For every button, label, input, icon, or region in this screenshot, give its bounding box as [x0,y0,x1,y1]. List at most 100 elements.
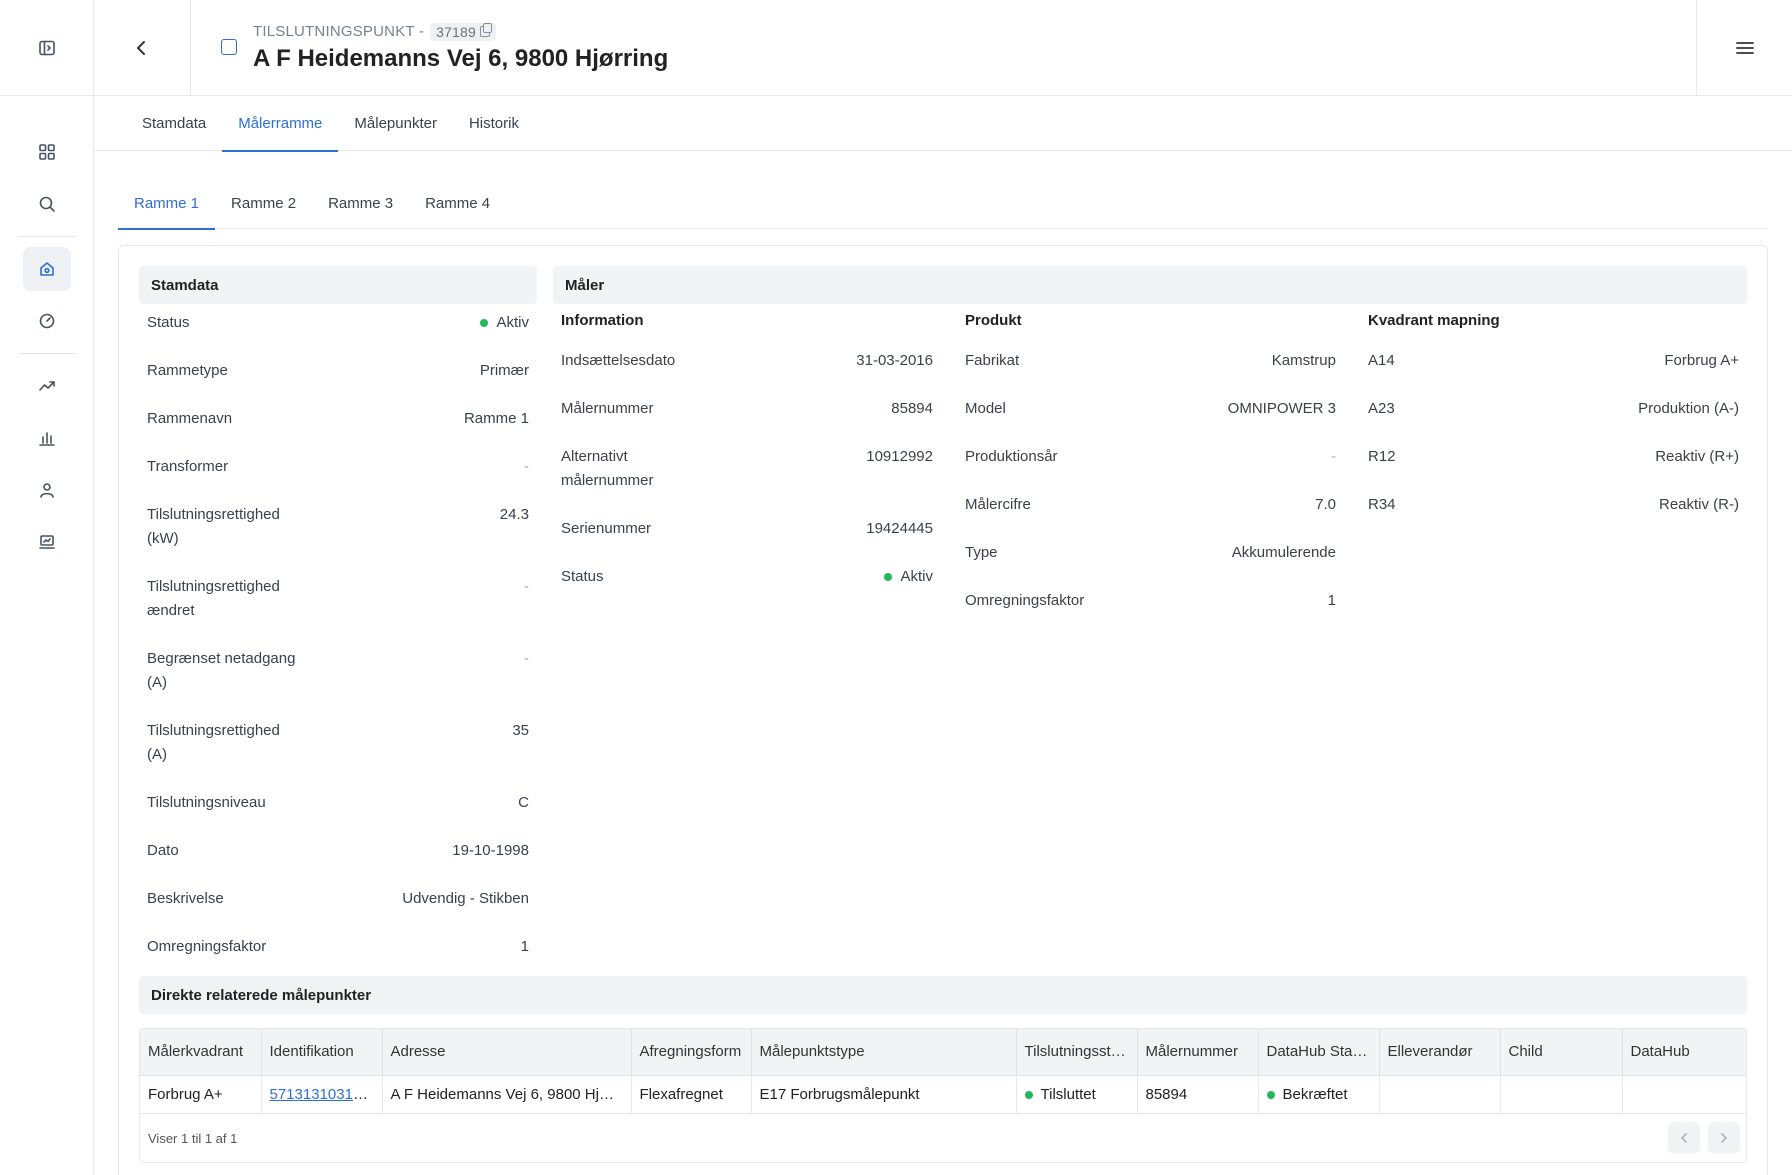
row-value: Ramme 1 [463,410,529,427]
column-header[interactable]: Elleverandør [1379,1029,1501,1076]
tab-historik[interactable]: Historik [453,96,535,151]
menu-button[interactable] [1696,0,1792,95]
chart-icon[interactable] [23,416,71,460]
tab-ramme-4[interactable]: Ramme 4 [409,178,506,229]
information-heading: Information [561,312,644,329]
row-value: Primær [479,362,529,379]
stamdata-row: Begrænset netadgang (A) - [147,647,529,695]
dashboard-icon[interactable] [23,130,71,174]
cell-afregningsform: Flexafregnet [631,1075,752,1114]
row-value: Reaktiv (R-) [1658,496,1739,513]
row-value: 7.0 [1315,496,1336,513]
tab-maalerramme[interactable]: Målerramme [222,96,339,152]
information-row: Målernummer 85894 [561,397,933,421]
chevron-left-icon [137,40,145,55]
cell-tilslutningsstatus: Tilsluttet [1016,1075,1138,1114]
next-page-button[interactable] [1708,1122,1740,1154]
column-header[interactable]: Child [1500,1029,1623,1076]
user-icon[interactable] [23,468,71,512]
back-button[interactable] [94,0,191,95]
tab-ramme-2[interactable]: Ramme 2 [215,178,312,229]
row-key: Begrænset netadgang (A) [147,650,296,691]
column-header[interactable]: DataHub Status [1258,1029,1380,1076]
status-dot [480,319,489,327]
cell-maalernummer: 85894 [1137,1075,1259,1114]
table-row[interactable]: Forbrug A+ 57131310310... A F Heidemanns… [140,1075,1746,1114]
row-key: Beskrivelse [147,890,224,907]
tab-maalepunkter[interactable]: Målepunkter [338,96,453,151]
column-header[interactable]: DataHub [1622,1029,1746,1076]
rail-divider [18,353,75,354]
row-key: Status [147,314,190,331]
row-value: - [524,578,529,595]
status-text: Tilsluttet [1040,1085,1096,1103]
row-value: C [518,794,529,811]
row-value: Kamstrup [1271,352,1336,369]
row-value: - [524,650,529,667]
search-icon[interactable] [23,182,71,226]
row-key: Tilslutningsniveau [147,794,266,811]
information-row: Serienummer 19424445 [561,517,933,541]
tab-ramme-1[interactable]: Ramme 1 [118,178,216,230]
row-value: OMNIPOWER 3 [1227,400,1336,417]
rail-top [0,0,93,96]
hamburger-icon [1735,41,1754,54]
row-key: Omregningsfaktor [147,938,267,955]
row-value: - [1331,448,1336,465]
trend-icon[interactable] [23,364,71,408]
column-header[interactable]: Målepunktstype [751,1029,1017,1076]
collapse-sidebar-icon[interactable] [23,26,71,70]
kvadrant-row: R34 Reaktiv (R-) [1368,493,1739,517]
row-key: Serienummer [561,520,652,537]
frame-card: Stamdata Status Aktiv Rammetype Primær R… [118,245,1768,1175]
row-value: 35 [512,722,529,739]
row-key: Tilslutningsrettighed (A) [147,722,280,763]
stamdata-row: Rammenavn Ramme 1 [147,407,529,431]
prev-page-button[interactable] [1668,1122,1700,1154]
column-header[interactable]: Identifikation [261,1029,383,1076]
tab-stamdata[interactable]: Stamdata [126,96,222,151]
top-tabs: Stamdata Målerramme Målepunkter Historik [94,96,1792,152]
stamdata-row: Tilslutningsniveau C [147,791,529,815]
row-key: Tilslutningsrettighed ændret [147,578,280,619]
row-value: Reaktiv (R+) [1655,448,1739,465]
column-header[interactable]: Målernummer [1137,1029,1259,1076]
table-footer: Viser 1 til 1 af 1 [140,1113,1746,1162]
produkt-heading: Produkt [965,312,1022,329]
row-key: Status [561,568,604,585]
tab-ramme-3[interactable]: Ramme 3 [312,178,409,229]
id-badge[interactable]: 37189 [430,22,496,41]
row-key: Indsættelsesdato [561,352,676,369]
status-dot [1024,1090,1033,1099]
home-icon[interactable] [22,247,71,291]
row-value: 1 [520,938,529,955]
identifikation-link[interactable]: 57131310310... [270,1086,374,1103]
row-key: Fabrikat [965,352,1020,369]
row-key: Type [965,544,998,561]
chevron-right-icon [1721,1133,1727,1143]
stamdata-row: Rammetype Primær [147,359,529,383]
cell-datahub-status: Bekræftet [1258,1075,1380,1114]
kvadrant-row: A23 Produktion (A-) [1368,397,1739,421]
copy-icon[interactable] [480,23,492,37]
stamdata-row: Dato 19-10-1998 [147,839,529,863]
produkt-row: Type Akkumulerende [965,541,1336,565]
row-value: 19424445 [866,520,933,537]
kvadrant-row: A14 Forbrug A+ [1368,349,1739,373]
select-checkbox[interactable] [221,38,237,55]
kvadrant-heading: Kvadrant mapning [1368,312,1500,329]
column-header[interactable]: Tilslutningssta... [1016,1029,1138,1076]
monitor-icon[interactable] [23,520,71,564]
maaler-heading: Måler [553,266,1747,304]
row-value: Aktiv [884,565,933,589]
row-value: 31-03-2016 [856,352,933,369]
column-header[interactable]: Målerkvadrant [140,1029,262,1076]
related-table: Målerkvadrant Identifikation Adresse Afr… [139,1028,1747,1163]
column-header[interactable]: Adresse [382,1029,632,1076]
row-key: Produktionsår [965,448,1058,465]
row-value: Produktion (A-) [1638,400,1739,417]
meter-icon[interactable] [23,299,71,343]
column-header[interactable]: Afregningsform [631,1029,752,1076]
produkt-row: Målercifre 7.0 [965,493,1336,517]
status-dot [884,573,893,581]
